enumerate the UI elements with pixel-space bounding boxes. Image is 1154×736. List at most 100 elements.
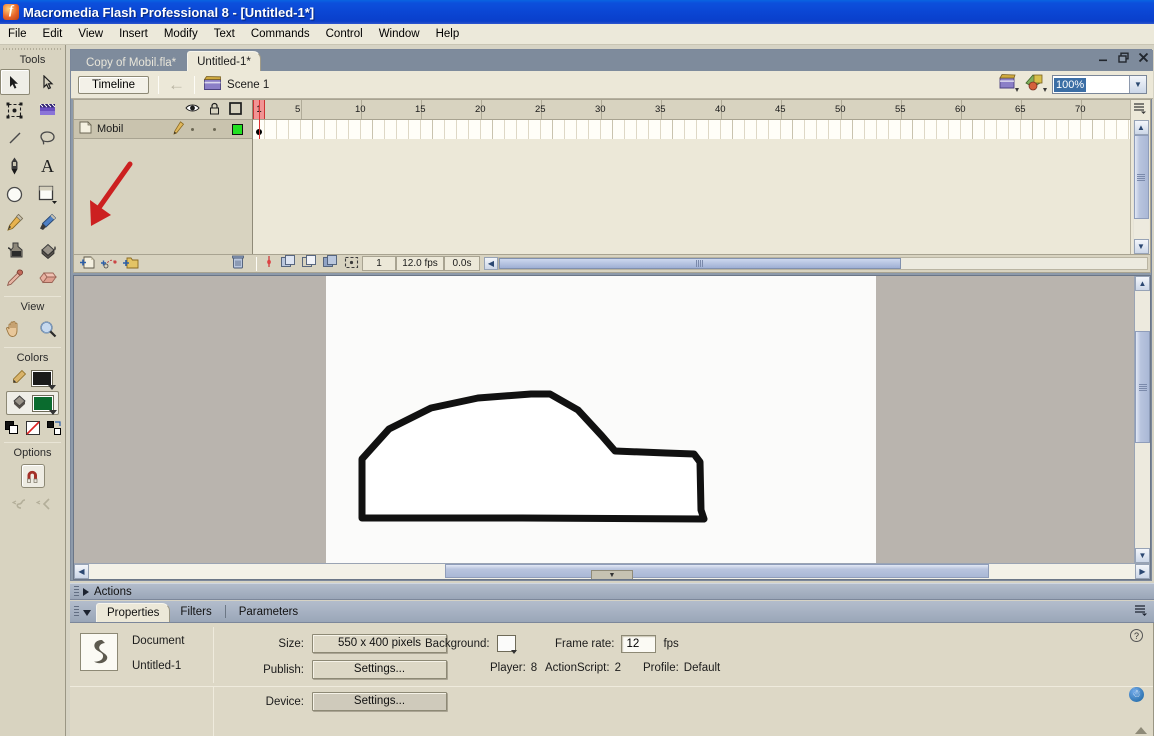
timeline-horizontal-scrollbar[interactable]: ◀ xyxy=(484,257,1148,270)
frame-cell[interactable] xyxy=(565,120,577,139)
frame-cell[interactable] xyxy=(769,120,781,139)
background-color-swatch[interactable] xyxy=(496,635,517,654)
device-settings-button[interactable]: Settings... xyxy=(312,692,447,711)
menu-view[interactable]: View xyxy=(70,26,111,42)
frame-cell[interactable] xyxy=(517,120,529,139)
frame-cell[interactable] xyxy=(1105,120,1117,139)
frame-cell[interactable] xyxy=(421,120,433,139)
edit-symbols-icon[interactable] xyxy=(1024,73,1048,96)
frame-cell[interactable] xyxy=(481,120,493,139)
expanded-triangle-icon[interactable] xyxy=(83,610,91,616)
add-motion-guide-button[interactable] xyxy=(101,256,117,272)
tab-parameters[interactable]: Parameters xyxy=(229,603,308,622)
layer-lock-dot[interactable] xyxy=(213,127,216,131)
hand-tool[interactable] xyxy=(0,316,30,342)
frame-cell[interactable] xyxy=(673,120,685,139)
selection-tool[interactable] xyxy=(0,69,30,95)
frame-cell[interactable] xyxy=(277,120,289,139)
no-color-icon[interactable] xyxy=(25,421,40,435)
timeline-scroll-up-button[interactable]: ▲ xyxy=(1133,120,1149,135)
close-icon[interactable] xyxy=(1138,52,1149,65)
frame-cell[interactable] xyxy=(289,120,301,139)
lasso-tool[interactable] xyxy=(33,125,63,151)
properties-collapse-handle[interactable] xyxy=(1135,727,1147,734)
frame-cell[interactable] xyxy=(385,120,397,139)
delete-layer-button[interactable] xyxy=(232,255,244,272)
frame-cell[interactable] xyxy=(433,120,445,139)
frame-cell[interactable] xyxy=(1033,120,1045,139)
frame-cell[interactable] xyxy=(757,120,769,139)
collapsed-triangle-icon[interactable] xyxy=(83,587,89,596)
stage-scroll-right-button[interactable]: ▶ xyxy=(1135,564,1150,579)
free-transform-tool[interactable] xyxy=(0,97,30,123)
eraser-tool[interactable] xyxy=(33,265,63,291)
lock-icon[interactable] xyxy=(209,102,220,118)
snap-to-objects-button[interactable] xyxy=(20,464,45,488)
back-arrow-icon[interactable]: ← xyxy=(168,76,185,93)
edit-multiple-frames-icon[interactable] xyxy=(320,255,341,272)
frame-cell[interactable] xyxy=(577,120,589,139)
straighten-icon[interactable] xyxy=(35,497,54,515)
frame-cell[interactable] xyxy=(325,120,337,139)
black-and-white-icon[interactable] xyxy=(4,421,19,435)
timeline-ruler[interactable]: 1510152025303540455055606570758085909510… xyxy=(253,100,1130,120)
actions-panel-grip[interactable] xyxy=(74,586,79,597)
onion-skin-icon[interactable] xyxy=(278,255,299,272)
stage-hscroll-thumb[interactable] xyxy=(444,564,989,578)
panel-menu-icon[interactable] xyxy=(1134,103,1147,117)
collapse-stage-icon[interactable]: ▼ xyxy=(591,570,633,579)
frame-cell[interactable] xyxy=(853,120,865,139)
frame-rate-input[interactable]: 12 xyxy=(621,635,657,653)
stroke-color-swatch[interactable] xyxy=(31,369,56,390)
frame-cell[interactable] xyxy=(1117,120,1129,139)
frame-cell[interactable] xyxy=(601,120,613,139)
oval-tool[interactable] xyxy=(0,181,30,207)
frame-cell[interactable] xyxy=(313,120,325,139)
center-frame-icon[interactable] xyxy=(260,255,278,272)
frame-rate-field[interactable]: 12.0 fps xyxy=(396,256,444,271)
frame-cell[interactable] xyxy=(1057,120,1069,139)
frame-cell[interactable] xyxy=(349,120,361,139)
ink-bottle-tool[interactable] xyxy=(0,237,30,263)
subselection-tool[interactable] xyxy=(33,69,63,95)
actions-panel-bar[interactable]: Actions xyxy=(70,583,1154,600)
timeline-button[interactable]: Timeline xyxy=(78,75,150,94)
stage-area[interactable]: ▲ ▼ ◀ ▶ ▼ xyxy=(73,275,1151,580)
stage-vscroll-thumb[interactable] xyxy=(1135,331,1150,443)
menu-help[interactable]: Help xyxy=(428,26,468,42)
frame-cell[interactable] xyxy=(265,120,277,139)
frame-cell[interactable] xyxy=(1081,120,1093,139)
frame-cell[interactable] xyxy=(337,120,349,139)
frame-cell[interactable] xyxy=(301,120,313,139)
doc-tab-untitled-1[interactable]: Untitled-1* xyxy=(187,51,261,71)
restore-icon[interactable] xyxy=(1118,52,1129,65)
menu-window[interactable]: Window xyxy=(371,26,428,42)
frame-cell[interactable] xyxy=(745,120,757,139)
layer-row-mobil[interactable]: Mobil xyxy=(74,120,252,139)
frame-cell[interactable] xyxy=(973,120,985,139)
frame-cell[interactable] xyxy=(733,120,745,139)
frame-cell[interactable] xyxy=(949,120,961,139)
frame-cell[interactable] xyxy=(469,120,481,139)
frame-cell[interactable] xyxy=(553,120,565,139)
minimize-icon[interactable] xyxy=(1098,52,1109,65)
stage-scroll-down-button[interactable]: ▼ xyxy=(1135,548,1150,563)
stage-canvas[interactable] xyxy=(326,276,876,572)
frame-cell[interactable] xyxy=(409,120,421,139)
swap-colors-icon[interactable] xyxy=(46,421,61,435)
eyedropper-tool[interactable] xyxy=(0,265,30,291)
frame-cell[interactable] xyxy=(457,120,469,139)
frame-cell[interactable] xyxy=(361,120,373,139)
chevron-down-icon[interactable]: ▼ xyxy=(1129,76,1146,93)
tab-filters[interactable]: Filters xyxy=(170,603,221,622)
frame-cell[interactable] xyxy=(709,120,721,139)
line-tool[interactable] xyxy=(0,125,30,151)
text-tool[interactable]: A xyxy=(33,153,63,179)
zoom-tool[interactable] xyxy=(33,316,63,342)
zoom-level-select[interactable]: 100% ▼ xyxy=(1052,75,1147,94)
frame-cell[interactable] xyxy=(529,120,541,139)
frames-row-mobil[interactable] xyxy=(253,120,1130,139)
frame-cell[interactable] xyxy=(685,120,697,139)
frame-cell[interactable] xyxy=(445,120,457,139)
paint-bucket-tool[interactable] xyxy=(33,237,63,263)
